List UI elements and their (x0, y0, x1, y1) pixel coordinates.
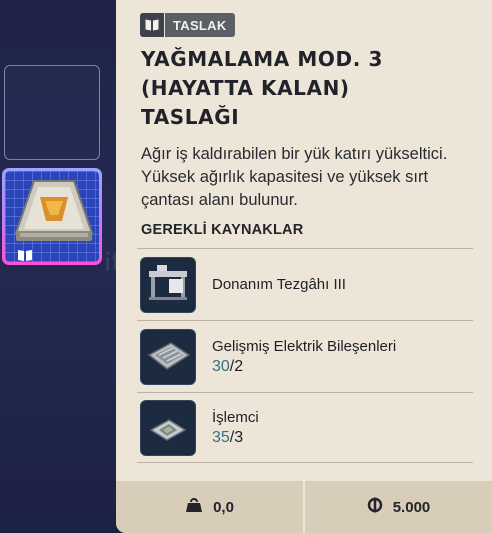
requirements-list: Donanım Tezgâhı III Gelişmiş Elektrik Bi… (137, 248, 473, 463)
workbench-icon (140, 256, 196, 313)
requirement-row[interactable]: Donanım Tezgâhı III (137, 248, 473, 320)
required-count: /2 (229, 357, 244, 375)
inventory-slot-empty[interactable] (4, 65, 100, 160)
currency-icon (367, 497, 383, 517)
loot-module-item-image (5, 171, 99, 262)
book-icon (10, 245, 32, 261)
weight-icon (185, 497, 203, 517)
item-footer: 0,0 5.000 (116, 481, 492, 533)
loot-module-icon (14, 180, 94, 241)
category-badge: TASLAK (140, 13, 235, 37)
owned-count: 35 (212, 428, 230, 446)
requirement-row[interactable]: Gelişmiş Elektrik Bileşenleri 30/2 (137, 320, 473, 392)
requirement-count: 30/2 (212, 356, 396, 377)
processor-icon (140, 399, 196, 456)
electrical-components-icon (140, 328, 196, 385)
price-stat: 5.000 (303, 481, 492, 533)
required-count: /3 (229, 428, 244, 446)
item-title: YAĞMALAMA MOD. 3 (HAYATTA KALAN) TASLAĞI (141, 47, 383, 129)
requirement-row[interactable]: İşlemci 35/3 (137, 392, 473, 463)
weight-stat: 0,0 (116, 481, 303, 533)
book-icon (140, 13, 164, 37)
weight-value: 0,0 (213, 498, 234, 516)
requirement-name: İşlemci (212, 408, 259, 426)
requirement-name: Gelişmiş Elektrik Bileşenleri (212, 337, 397, 355)
category-label: TASLAK (165, 13, 235, 37)
requirement-name: Donanım Tezgâhı III (212, 276, 346, 293)
requirement-count: 35/3 (212, 427, 259, 448)
owned-count: 30 (212, 357, 230, 375)
requirements-heading: GEREKLİ KAYNAKLAR (141, 222, 304, 238)
item-description: Ağır iş kaldırabilen bir yük katırı yüks… (141, 145, 448, 209)
inventory-slot-selected[interactable] (2, 168, 102, 265)
item-detail-panel: TASLAK YAĞMALAMA MOD. 3 (HAYATTA KALAN) … (116, 0, 492, 533)
price-value: 5.000 (392, 498, 431, 516)
